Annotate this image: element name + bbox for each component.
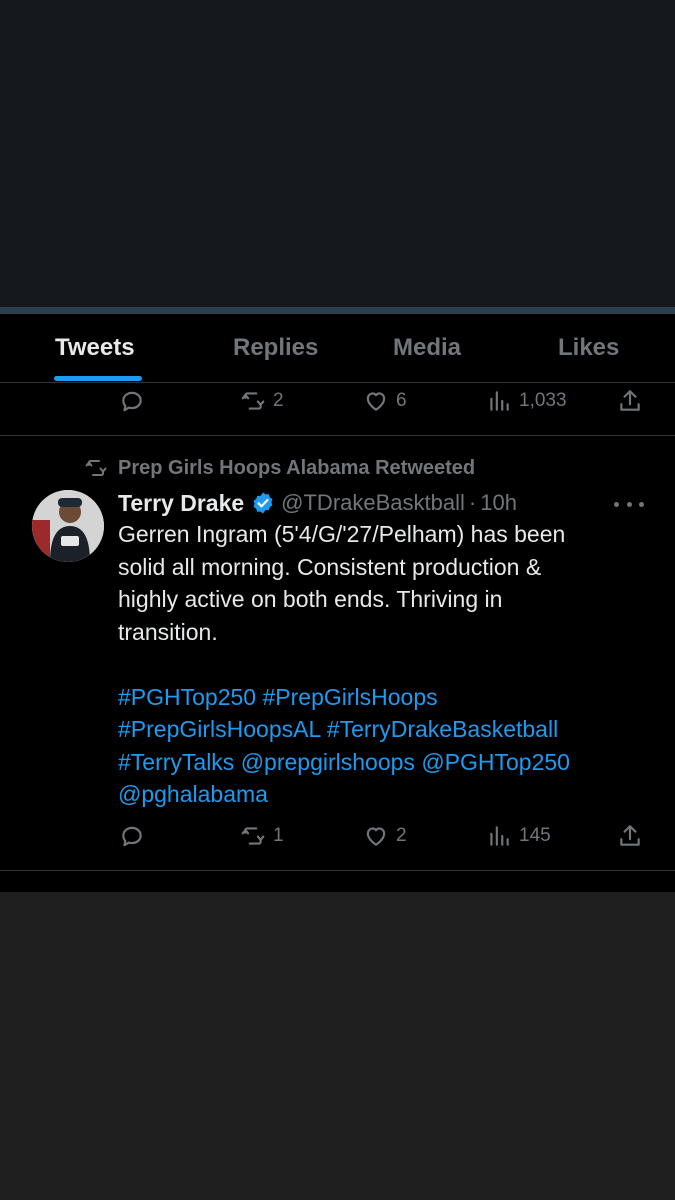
- profile-tabs: Tweets Replies Media Likes: [0, 314, 675, 383]
- reply-button[interactable]: [119, 816, 145, 856]
- retweet-icon: [85, 460, 107, 476]
- views-count: 145: [519, 825, 551, 846]
- retweet-count: 1: [273, 825, 284, 846]
- tab-tweets[interactable]: Tweets: [55, 314, 135, 382]
- like-button[interactable]: 2: [363, 816, 407, 856]
- hashtag-link[interactable]: #TerryTalks: [118, 749, 234, 775]
- tab-replies[interactable]: Replies: [233, 314, 318, 382]
- views-count: 1,033: [519, 390, 567, 411]
- hashtag-link[interactable]: #TerryDrakeBasketball: [327, 716, 558, 742]
- retweet-count: 2: [273, 390, 284, 411]
- hashtag-link[interactable]: #PGHTop250: [118, 684, 256, 710]
- views-icon: [490, 826, 509, 846]
- tweet-text: Gerren Ingram (5'4/G/'27/Pelham) has bee…: [118, 518, 648, 811]
- previous-tweet-actions: 2 6 1,033: [0, 381, 675, 421]
- views-button[interactable]: 1,033: [486, 381, 567, 421]
- mention-link[interactable]: @PGHTop250: [421, 749, 570, 775]
- retweet-context[interactable]: Prep Girls Hoops Alabama Retweeted: [84, 454, 475, 482]
- user-handle[interactable]: @TDrakeBasktball: [281, 490, 465, 516]
- retweeted-by-label: Prep Girls Hoops Alabama Retweeted: [118, 456, 476, 479]
- tweet-text-line: Gerren Ingram (5'4/G/'27/Pelham) has bee…: [118, 521, 566, 547]
- header-divider: [0, 307, 675, 314]
- share-button[interactable]: [617, 816, 643, 856]
- views-button[interactable]: 145: [486, 816, 551, 856]
- tweet-header: Terry Drake @TDrakeBasktball · 10h: [118, 486, 517, 520]
- like-icon: [366, 827, 386, 846]
- tweet-time[interactable]: 10h: [480, 490, 517, 516]
- retweet-button[interactable]: 2: [240, 381, 284, 421]
- mention-link[interactable]: @prepgirlshoops: [241, 749, 415, 775]
- reply-icon: [122, 826, 142, 847]
- tab-media[interactable]: Media: [393, 314, 461, 382]
- tweet-separator: [0, 435, 675, 436]
- share-icon: [620, 825, 640, 846]
- tweet-text-line: solid all morning. Consistent production…: [118, 553, 542, 580]
- hashtag-link[interactable]: #PrepGirlsHoopsAL: [118, 716, 320, 742]
- reply-button[interactable]: [119, 381, 145, 421]
- views-icon: [490, 391, 509, 411]
- tweet-separator: [0, 870, 675, 871]
- verified-icon: [253, 492, 273, 514]
- tweet-text-line: transition.: [118, 618, 218, 645]
- retweet-icon: [241, 827, 265, 845]
- top-blank-area: [0, 0, 675, 307]
- more-icon[interactable]: [614, 492, 644, 516]
- like-icon: [366, 392, 386, 411]
- tab-likes[interactable]: Likes: [558, 314, 619, 382]
- reply-icon: [122, 391, 142, 412]
- like-count: 6: [396, 390, 407, 411]
- share-button[interactable]: [617, 381, 643, 421]
- separator-dot: ·: [468, 490, 477, 515]
- like-button[interactable]: 6: [363, 381, 407, 421]
- share-icon: [620, 390, 640, 411]
- tweet-text-line: highly active on both ends. Thriving in: [118, 586, 503, 612]
- mention-link[interactable]: @pghalabama: [118, 781, 268, 807]
- profile-timeline-panel: Tweets Replies Media Likes 2 6 1,033 Pre…: [0, 314, 675, 892]
- like-count: 2: [396, 825, 407, 846]
- bottom-blank-area: [0, 892, 675, 1200]
- hashtag-link[interactable]: #PrepGirlsHoops: [262, 684, 437, 710]
- retweet-button[interactable]: 1: [240, 816, 284, 856]
- avatar[interactable]: [32, 490, 104, 562]
- avatar-image: [32, 490, 104, 562]
- display-name[interactable]: Terry Drake: [118, 490, 244, 517]
- tweet-actions: 1 2 145: [0, 816, 675, 856]
- retweet-icon: [241, 392, 265, 410]
